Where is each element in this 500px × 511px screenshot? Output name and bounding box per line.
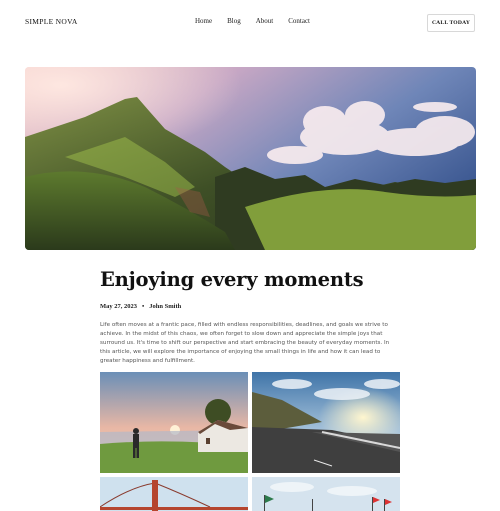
gallery-photo-coastal-road[interactable] [252, 372, 400, 473]
nav-contact-link[interactable]: Contact [288, 17, 310, 25]
gallery-photo-beach[interactable] [252, 477, 400, 511]
article-author[interactable]: John Smith [149, 303, 181, 310]
main-nav: Home Blog About Contact [195, 17, 310, 25]
countryside-sunset-image [100, 372, 248, 473]
nav-home-link[interactable]: Home [195, 17, 212, 25]
gallery-photo-countryside[interactable] [100, 372, 248, 473]
hero-image [25, 67, 476, 250]
nav-about-link[interactable]: About [256, 17, 274, 25]
gallery-photo-bridge[interactable] [100, 477, 248, 511]
article-body: Life often moves at a frantic pace, fill… [100, 322, 390, 364]
article-meta: May 27, 2023 • John Smith [100, 303, 181, 310]
golden-gate-bridge-image [100, 477, 248, 511]
mountain-landscape-photo [25, 67, 476, 250]
article-title: Enjoying every moments [100, 268, 364, 291]
article-date: May 27, 2023 [100, 303, 138, 310]
meta-separator: • [142, 303, 145, 310]
beach-flags-image [252, 477, 400, 511]
nav-blog-link[interactable]: Blog [227, 17, 241, 25]
brand-logo[interactable]: SIMPLE NOVA [25, 17, 78, 26]
coastal-road-image [252, 372, 400, 473]
call-today-button[interactable]: CALL TODAY [427, 14, 475, 32]
site-header: SIMPLE NOVA Home Blog About Contact CALL… [0, 0, 500, 46]
